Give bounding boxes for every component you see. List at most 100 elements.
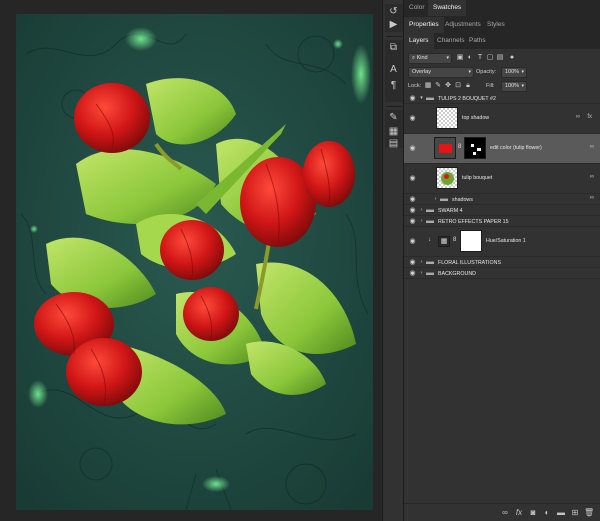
filter-adjustment-icon[interactable]: ◐ xyxy=(466,54,474,62)
tab-layers[interactable]: Layers xyxy=(404,33,434,49)
mask-icon[interactable]: ◙ xyxy=(528,508,538,518)
opacity-label: Opacity: xyxy=(476,69,497,75)
history-icon[interactable]: ↺ xyxy=(387,6,400,18)
layer-row[interactable]: ◉ › ▬ SWARM 4 xyxy=(404,205,600,216)
link-icon: ∞ xyxy=(589,144,594,150)
lock-transparent-icon[interactable]: ▦ xyxy=(424,82,432,90)
group-icon[interactable]: ▬ xyxy=(556,508,566,518)
link-icon: ∞ xyxy=(575,114,580,120)
layer-name: shadows xyxy=(452,197,473,203)
chevron-down-icon: ▾ xyxy=(521,83,524,89)
eye-icon[interactable]: ◉ xyxy=(408,94,417,103)
filter-smart-object-icon[interactable]: ▤ xyxy=(496,54,504,62)
folder-icon: ▬ xyxy=(426,205,434,214)
layer-row[interactable]: ◉ ↓ ▦ 8 Hue/Saturation 1 xyxy=(404,227,600,257)
fx-icon[interactable]: fx xyxy=(587,114,592,120)
play-icon[interactable]: ▶ xyxy=(387,19,400,31)
layer-row[interactable]: ◉ top shadow ∞ fx xyxy=(404,104,600,134)
folder-icon: ▬ xyxy=(426,268,434,277)
layer-row[interactable]: ◉ › ▬ RETRO EFFECTS PAPER 15 xyxy=(404,216,600,227)
eye-icon[interactable]: ◉ xyxy=(408,144,417,153)
tab-styles[interactable]: Styles xyxy=(482,17,510,33)
canvas-area[interactable] xyxy=(0,0,382,521)
layer-row[interactable]: ◉ › ▬ BACKGROUND xyxy=(404,268,600,279)
fill-label: Fill: xyxy=(486,83,495,89)
properties-tabs: Properties Adjustments Styles xyxy=(404,17,600,33)
layer-thumbnail xyxy=(436,167,458,189)
eye-icon[interactable]: ◉ xyxy=(408,269,417,278)
character-icon[interactable]: A xyxy=(387,64,400,76)
toolstrip-divider xyxy=(386,106,402,107)
trash-icon[interactable]: 🗑︎ xyxy=(584,508,594,518)
eye-icon[interactable]: ◉ xyxy=(408,195,417,204)
layer-name: SWARM 4 xyxy=(438,208,463,214)
panel-icon-strip: ↺ ▶ ⧉ A ¶ ✎ ▦ ▤ xyxy=(382,0,404,521)
filter-pixel-icon[interactable]: ▣ xyxy=(456,54,464,62)
adjustment-icon[interactable]: ◐ xyxy=(542,508,552,518)
pen-icon[interactable]: ✎ xyxy=(387,112,400,124)
lock-artboard-icon[interactable]: ⊡ xyxy=(454,82,462,90)
thumb-art xyxy=(444,174,449,179)
layer-list: ◉ ▾ ▬ TULIPS 2 BOUQUET #2 ◉ top shadow ∞… xyxy=(404,93,600,493)
layers-tabs: Layers Channels Paths xyxy=(404,33,600,49)
document-canvas[interactable] xyxy=(16,14,373,510)
chevron-right-icon[interactable]: › xyxy=(418,206,425,215)
libraries-icon[interactable]: ▤ xyxy=(387,138,400,150)
link-layers-icon[interactable]: ∞ xyxy=(500,508,510,518)
tab-adjustments[interactable]: Adjustments xyxy=(440,17,486,33)
layer-name: BACKGROUND xyxy=(438,271,476,277)
eye-icon[interactable]: ◉ xyxy=(408,174,417,183)
eye-icon[interactable]: ◉ xyxy=(408,237,417,246)
eye-icon[interactable]: ◉ xyxy=(408,114,417,123)
fill-input[interactable]: 100% ▾ xyxy=(501,81,527,92)
layer-row[interactable]: ◉ tulip bouquet ∞ xyxy=(404,164,600,194)
blend-mode-value: Overlay xyxy=(412,69,431,75)
opacity-input[interactable]: 100% ▾ xyxy=(501,67,527,78)
folder-icon: ▬ xyxy=(426,93,434,102)
chevron-right-icon[interactable]: › xyxy=(418,258,425,267)
opacity-value: 100% xyxy=(505,69,520,75)
chevron-right-icon[interactable]: › xyxy=(418,217,425,226)
mask-shape xyxy=(477,148,481,151)
eye-icon[interactable]: ◉ xyxy=(408,258,417,267)
chevron-right-icon[interactable]: › xyxy=(418,269,425,278)
filter-toggle-icon[interactable]: ● xyxy=(508,54,516,62)
properties-icon[interactable]: ▦ xyxy=(387,126,400,138)
layer-row-selected[interactable]: ◉ 8 edit color (tulip flower) ∞ xyxy=(404,134,600,164)
clone-source-icon[interactable]: ⧉ xyxy=(387,42,400,54)
chevron-down-icon: ▾ xyxy=(468,69,471,75)
mask-shape xyxy=(471,144,474,147)
filter-row: ⌕ Kind ▾ ▣ ◐ T ▢ ▤ ● xyxy=(404,52,600,66)
layer-row[interactable]: ◉ ▾ ▬ TULIPS 2 BOUQUET #2 xyxy=(404,93,600,104)
new-layer-icon[interactable]: ⊞ xyxy=(570,508,580,518)
chain-icon[interactable]: 8 xyxy=(458,144,461,150)
link-icon: ∞ xyxy=(589,174,594,180)
layer-row[interactable]: ◉ › ▬ FLORAL ILLUSTRATIONS xyxy=(404,257,600,268)
color-swatches-tabs: Color Swatches xyxy=(404,0,600,16)
filter-type-icon[interactable]: T xyxy=(476,54,484,62)
filter-kind-label: Kind xyxy=(416,55,428,61)
eye-icon[interactable]: ◉ xyxy=(408,206,417,215)
fx-icon[interactable]: fx xyxy=(514,508,524,518)
chevron-right-icon[interactable]: › xyxy=(432,195,439,204)
layer-thumbnail xyxy=(434,137,456,159)
layer-row[interactable]: ◉ › ▬ shadows ∞ xyxy=(404,194,600,205)
lock-image-icon[interactable]: ✎ xyxy=(434,82,442,90)
tab-swatches[interactable]: Swatches xyxy=(428,0,467,16)
lock-all-icon[interactable]: 🔒︎ xyxy=(464,82,472,90)
artwork xyxy=(16,14,373,510)
filter-kind-select[interactable]: ⌕ Kind ▾ xyxy=(408,53,452,64)
chevron-down-icon[interactable]: ▾ xyxy=(418,94,425,103)
mask-thumbnail xyxy=(460,230,482,252)
tab-properties[interactable]: Properties xyxy=(404,17,444,33)
paragraph-icon[interactable]: ¶ xyxy=(387,80,400,92)
chain-icon[interactable]: 8 xyxy=(453,237,456,243)
folder-icon: ▬ xyxy=(426,257,434,266)
tab-paths[interactable]: Paths xyxy=(464,33,491,49)
eye-icon[interactable]: ◉ xyxy=(408,217,417,226)
lock-position-icon[interactable]: ✥ xyxy=(444,82,452,90)
tab-color[interactable]: Color xyxy=(404,0,430,16)
filter-shape-icon[interactable]: ▢ xyxy=(486,54,494,62)
blend-mode-select[interactable]: Overlay ▾ xyxy=(408,67,474,78)
color-swatch xyxy=(439,144,452,153)
